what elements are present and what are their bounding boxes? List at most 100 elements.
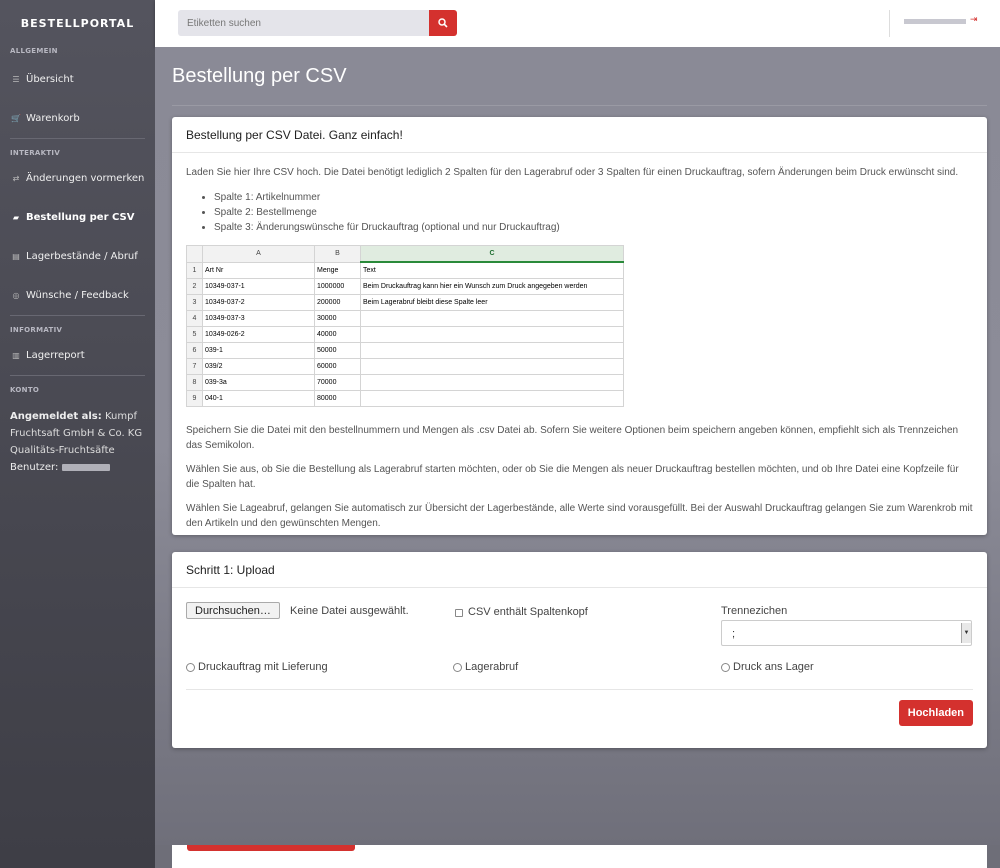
cell: Menge bbox=[314, 261, 361, 279]
folder-icon: ▰ bbox=[12, 213, 20, 222]
header-checkbox[interactable]: CSV enthält Spaltenkopf bbox=[455, 605, 588, 620]
separator-label: Trennezichen bbox=[721, 605, 788, 617]
no-file-label: Keine Datei ausgewählt. bbox=[290, 605, 409, 617]
nav-section-konto: KONTO bbox=[10, 386, 40, 394]
sidebar-item-label: Übersicht bbox=[26, 74, 74, 85]
search-bar bbox=[178, 10, 458, 36]
row-number: 1 bbox=[186, 261, 203, 279]
cell bbox=[360, 390, 624, 407]
upload-button[interactable]: Hochladen bbox=[898, 700, 973, 726]
table-row: 7 039/2 60000 bbox=[186, 358, 624, 375]
cell: 70000 bbox=[314, 374, 361, 391]
cell: 10349-037-2 bbox=[202, 294, 315, 311]
table-row: 9 040-1 80000 bbox=[186, 390, 624, 407]
cell: 039-3a bbox=[202, 374, 315, 391]
masked-username bbox=[61, 463, 110, 471]
cell: 039-1 bbox=[202, 342, 315, 359]
cell: 80000 bbox=[314, 390, 361, 407]
cell: 10349-037-1 bbox=[202, 278, 315, 295]
row-number: 6 bbox=[186, 342, 203, 359]
search-button[interactable] bbox=[429, 10, 457, 36]
sheet-col-b: B bbox=[314, 245, 361, 263]
cell: Beim Lagerabruf bleibt diese Spalte leer bbox=[360, 294, 624, 311]
cart-icon: 🛒 bbox=[11, 114, 21, 123]
radio-druck-lager[interactable]: Druck ans Lager bbox=[721, 660, 814, 675]
chevron-down-icon[interactable]: ▼ bbox=[961, 623, 971, 643]
nav-divider bbox=[10, 315, 145, 316]
sidebar-item-feedback[interactable]: ◎ Wünsche / Feedback bbox=[0, 276, 155, 315]
row-number: 9 bbox=[186, 390, 203, 407]
cell bbox=[360, 326, 624, 343]
nav-section-interaktiv: INTERAKTIV bbox=[10, 149, 61, 157]
user-label: Benutzer: bbox=[10, 462, 59, 473]
masked-user-name bbox=[904, 19, 966, 24]
cell: 40000 bbox=[314, 326, 361, 343]
table-row: 6 039-1 50000 bbox=[186, 342, 624, 359]
sidebar-item-uebersicht[interactable]: ☰ Übersicht bbox=[0, 60, 155, 99]
save-instructions: Speichern Sie die Datei mit den bestelln… bbox=[186, 425, 959, 451]
result-instructions: Wählen Sie Lageabruf, gelangen Sie autom… bbox=[186, 503, 973, 529]
radio-dot[interactable] bbox=[721, 663, 730, 672]
brand-logo[interactable]: BESTELLPORTAL bbox=[0, 0, 155, 47]
sidebar-item-bestellung-csv[interactable]: ▰ Bestellung per CSV bbox=[0, 198, 155, 237]
logout-icon[interactable]: ⇥ bbox=[970, 15, 978, 25]
checkbox-box[interactable] bbox=[455, 608, 463, 617]
page-title: Bestellung per CSV bbox=[172, 65, 347, 87]
cell: 60000 bbox=[314, 358, 361, 375]
row-number: 8 bbox=[186, 374, 203, 391]
cell: 040-1 bbox=[202, 390, 315, 407]
account-info: Angemeldet als: Kumpf Fruchtsaft GmbH & … bbox=[0, 402, 155, 482]
radio-druckauftrag[interactable]: Druckauftrag mit Lieferung bbox=[186, 660, 328, 675]
next-panel-peek bbox=[172, 845, 987, 868]
cell: 10349-037-3 bbox=[202, 310, 315, 327]
cell: Text bbox=[360, 261, 624, 279]
cell: Beim Druckauftrag kann hier ein Wunsch z… bbox=[360, 278, 624, 295]
sidebar-item-label: Lagerreport bbox=[26, 350, 85, 361]
cell: 10349-026-2 bbox=[202, 326, 315, 343]
topbar: ⇥ bbox=[155, 0, 1000, 47]
list-item: Spalte 2: Bestellmenge bbox=[214, 205, 973, 220]
search-input[interactable] bbox=[178, 10, 429, 36]
bottom-strip bbox=[155, 845, 1000, 868]
next-panel-button[interactable] bbox=[187, 845, 355, 851]
cell bbox=[360, 342, 624, 359]
info-panel-title: Bestellung per CSV Datei. Ganz einfach! bbox=[172, 117, 987, 153]
header-checkbox-label: CSV enthält Spaltenkopf bbox=[468, 606, 588, 618]
cell: 039/2 bbox=[202, 358, 315, 375]
sidebar-item-aenderungen[interactable]: ⇄ Änderungen vormerken bbox=[0, 159, 155, 198]
search-icon bbox=[438, 18, 448, 28]
separator-select[interactable]: ; ▼ bbox=[721, 620, 972, 646]
info-panel-body: Laden Sie hier Ihre CSV hoch. Die Datei … bbox=[172, 153, 987, 552]
row-number: 4 bbox=[186, 310, 203, 327]
user-menu[interactable]: ⇥ bbox=[889, 10, 1000, 37]
cell bbox=[360, 358, 624, 375]
upload-panel-title: Schritt 1: Upload bbox=[172, 552, 987, 588]
table-row: 8 039-3a 70000 bbox=[186, 374, 624, 391]
upload-row-actions: Hochladen bbox=[186, 690, 973, 740]
radio-label: Druckauftrag mit Lieferung bbox=[198, 661, 328, 673]
cell: 200000 bbox=[314, 294, 361, 311]
radio-dot[interactable] bbox=[453, 663, 462, 672]
sidebar-item-warenkorb[interactable]: 🛒 Warenkorb bbox=[0, 99, 155, 138]
radio-label: Lagerabruf bbox=[465, 661, 519, 673]
list-item: Spalte 3: Änderungswünsche für Druckauft… bbox=[214, 220, 973, 235]
csv-example-sheet: A B C 1 Art Nr Menge Text 2 10349-037-1 10000… bbox=[186, 245, 624, 407]
sidebar-item-lagerreport[interactable]: ▥ Lagerreport bbox=[0, 336, 155, 375]
cell: 30000 bbox=[314, 310, 361, 327]
browse-button[interactable]: Durchsuchen… bbox=[186, 602, 280, 619]
column-list: Spalte 1: Artikelnummer Spalte 2: Bestel… bbox=[214, 190, 973, 235]
nav-divider bbox=[10, 375, 145, 376]
archive-icon: ▤ bbox=[12, 252, 20, 261]
sidebar-item-label: Lagerbestände / Abruf bbox=[26, 251, 138, 262]
row-number: 5 bbox=[186, 326, 203, 343]
nav-section-allgemein: ALLGEMEIN bbox=[10, 47, 58, 55]
row-number: 2 bbox=[186, 278, 203, 295]
sidebar-item-lagerbestaende[interactable]: ▤ Lagerbestände / Abruf bbox=[0, 237, 155, 276]
upload-row-file: Durchsuchen… Keine Datei ausgewählt. CSV… bbox=[186, 598, 973, 658]
cell: 1000000 bbox=[314, 278, 361, 295]
radio-lagerabruf[interactable]: Lagerabruf bbox=[453, 660, 518, 675]
table-row: 1 Art Nr Menge Text bbox=[186, 261, 624, 279]
radio-dot[interactable] bbox=[186, 663, 195, 672]
sheet-col-a: A bbox=[202, 245, 315, 263]
exchange-icon: ⇄ bbox=[12, 174, 20, 183]
